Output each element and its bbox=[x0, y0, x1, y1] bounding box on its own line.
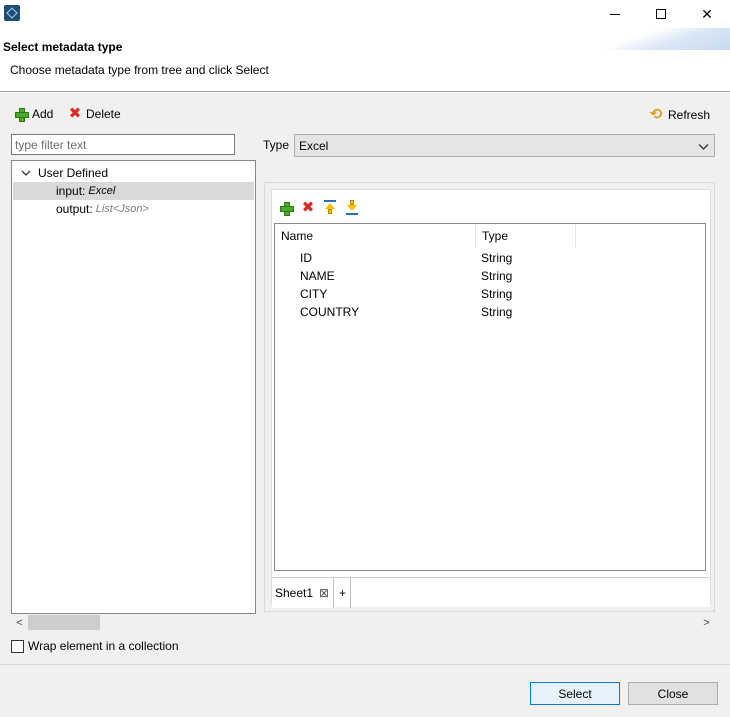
metadata-tree[interactable]: User Defined input : Excel output : List… bbox=[11, 160, 256, 614]
remove-column-button[interactable]: ✖ bbox=[300, 200, 316, 216]
refresh-button[interactable]: ⟲ Refresh bbox=[648, 107, 710, 123]
horizontal-scrollbar[interactable]: < > bbox=[11, 614, 715, 631]
table-row[interactable]: CITY String bbox=[275, 285, 705, 303]
add-button-label: Add bbox=[32, 107, 54, 121]
close-tab-icon[interactable]: ⊠ bbox=[319, 586, 329, 600]
column-header-type[interactable]: Type bbox=[476, 224, 576, 248]
add-column-button[interactable] bbox=[278, 200, 294, 216]
tree-item-separator: : bbox=[89, 202, 93, 216]
row-type: String bbox=[481, 251, 513, 265]
row-type: String bbox=[481, 269, 513, 283]
row-name: CITY bbox=[300, 287, 328, 301]
column-header-name[interactable]: Name bbox=[275, 224, 476, 248]
move-down-button[interactable] bbox=[344, 200, 360, 216]
sheet-tab-label: Sheet1 bbox=[275, 586, 314, 600]
select-button[interactable]: Select bbox=[530, 682, 620, 705]
delete-button-label: Delete bbox=[86, 107, 121, 121]
row-name: COUNTRY bbox=[300, 305, 360, 319]
tree-item-separator: : bbox=[82, 184, 86, 198]
tree-item-input[interactable]: input : Excel bbox=[13, 182, 254, 200]
dialog-header: Select metadata type Choose metadata typ… bbox=[0, 28, 730, 92]
tree-item-type: Excel bbox=[88, 185, 116, 197]
schema-panel-content: ✖ Name Type ID String NAME String CITY S… bbox=[271, 189, 711, 608]
move-down-icon bbox=[345, 200, 359, 216]
filter-input[interactable] bbox=[11, 134, 235, 155]
tree-item-name: input bbox=[56, 184, 83, 198]
add-sheet-button[interactable]: + bbox=[335, 578, 351, 608]
wrap-collection-label: Wrap element in a collection bbox=[28, 639, 179, 653]
refresh-button-label: Refresh bbox=[668, 108, 711, 122]
plus-icon bbox=[14, 107, 29, 122]
row-name: NAME bbox=[300, 269, 335, 283]
plus-icon bbox=[279, 201, 294, 216]
maximize-icon bbox=[656, 9, 666, 19]
tree-root-user-defined[interactable]: User Defined bbox=[13, 164, 254, 182]
close-button[interactable]: Close bbox=[628, 682, 718, 705]
scroll-left-icon[interactable]: < bbox=[11, 615, 28, 630]
sheet-tab-bar: Sheet1 ⊠ + bbox=[272, 577, 710, 608]
tree-item-type: List<Json> bbox=[95, 203, 149, 215]
move-up-icon bbox=[323, 200, 337, 216]
app-icon bbox=[4, 5, 20, 21]
dialog-title: Select metadata type bbox=[3, 40, 123, 54]
tree-item-output[interactable]: output : List<Json> bbox=[13, 200, 254, 218]
row-type: String bbox=[481, 305, 513, 319]
tree-root-label: User Defined bbox=[38, 166, 109, 180]
close-icon: ✕ bbox=[701, 5, 713, 22]
wrap-collection-option[interactable]: Wrap element in a collection bbox=[11, 639, 179, 653]
chevron-down-icon[interactable] bbox=[20, 167, 32, 179]
row-type: String bbox=[481, 287, 513, 301]
scroll-right-icon[interactable]: > bbox=[698, 615, 715, 630]
main-area: Add ✖ Delete ⟲ Refresh User Defined inpu… bbox=[0, 93, 730, 664]
table-row[interactable]: COUNTRY String bbox=[275, 303, 705, 321]
dialog-description: Choose metadata type from tree and click… bbox=[10, 63, 269, 77]
chevron-down-icon bbox=[698, 140, 709, 154]
delete-button[interactable]: ✖ Delete bbox=[68, 105, 121, 122]
maximize-button[interactable] bbox=[638, 0, 684, 28]
title-bar: ✕ bbox=[0, 0, 730, 28]
delete-x-icon: ✖ bbox=[301, 199, 315, 216]
close-window-button[interactable]: ✕ bbox=[684, 0, 730, 28]
type-label: Type bbox=[263, 138, 290, 152]
refresh-icon: ⟲ bbox=[649, 106, 663, 123]
columns-table[interactable]: Name Type ID String NAME String CITY Str… bbox=[274, 223, 706, 571]
add-button[interactable]: Add bbox=[14, 107, 54, 122]
minimize-icon bbox=[610, 13, 620, 15]
header-banner bbox=[590, 28, 730, 50]
type-select-value: Excel bbox=[299, 138, 329, 153]
tree-item-name: output bbox=[56, 202, 90, 216]
scrollbar-thumb[interactable] bbox=[28, 615, 100, 630]
minimize-button[interactable] bbox=[592, 0, 638, 28]
type-select[interactable]: Excel bbox=[294, 134, 715, 157]
delete-x-icon: ✖ bbox=[68, 105, 82, 122]
tab-sheet1[interactable]: Sheet1 ⊠ bbox=[272, 578, 334, 608]
schema-panel: ✖ Name Type ID String NAME String CITY S… bbox=[264, 182, 715, 612]
move-up-button[interactable] bbox=[322, 200, 338, 216]
dialog-footer: Select Close bbox=[0, 664, 730, 717]
row-name: ID bbox=[300, 251, 312, 265]
table-row[interactable]: ID String bbox=[275, 249, 705, 267]
wrap-collection-checkbox[interactable] bbox=[11, 639, 24, 653]
table-row[interactable]: NAME String bbox=[275, 267, 705, 285]
